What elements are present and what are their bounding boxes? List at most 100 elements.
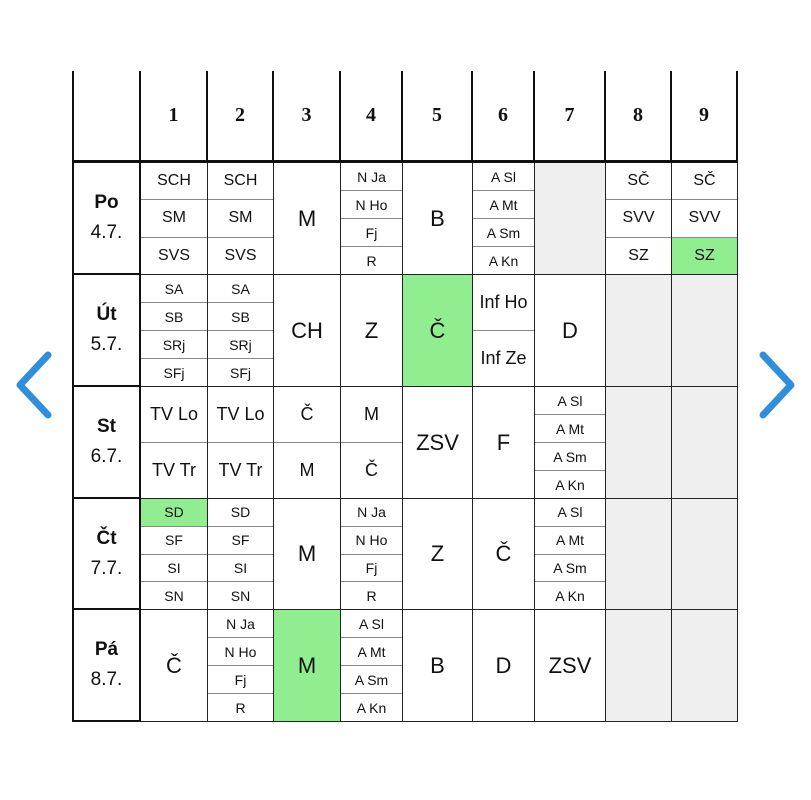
lesson-group-label: SI — [141, 555, 207, 583]
lesson-cell[interactable]: Z — [341, 275, 403, 387]
lesson-cell[interactable]: SD SF SI SN — [208, 499, 274, 610]
lesson-cell[interactable]: MČ — [341, 387, 403, 499]
lesson-cell[interactable]: A Sl A Mt A Sm A Kn — [473, 163, 535, 275]
lesson-group-label: TV Tr — [152, 460, 196, 480]
lesson-cell[interactable]: TV Lo TV Tr — [208, 387, 274, 499]
lesson-cell[interactable]: SA SB SRj SFj — [141, 275, 208, 387]
lesson-cell[interactable]: B — [403, 610, 473, 722]
lesson-label: M — [297, 541, 317, 566]
lesson-cell[interactable]: Z — [403, 499, 473, 610]
lesson-cell[interactable]: SCH SM SVS — [208, 163, 274, 275]
lesson-group-label: A Kn — [488, 252, 519, 269]
empty-lesson-cell — [672, 275, 738, 387]
period-header: 5 — [403, 71, 473, 163]
lesson-cell[interactable]: A Sl A Mt A Sm A Kn — [535, 499, 606, 610]
empty-lesson-cell — [606, 387, 672, 499]
lesson-cell[interactable]: N Ja N Ho Fj R — [341, 499, 403, 610]
lesson-group-label: A Mt — [535, 527, 605, 555]
lesson-group-label: M — [341, 387, 402, 443]
lesson-cell[interactable]: A Sl A Mt A Sm A Kn — [341, 610, 403, 722]
lesson-group-label: Inf Ho — [473, 275, 534, 331]
period-header: 4 — [341, 71, 403, 163]
lesson-group-label: A Sm — [535, 443, 605, 471]
lesson-group-label: SVV — [606, 200, 671, 238]
day-date: 8.7. — [90, 669, 123, 690]
lesson-cell[interactable]: ČM — [274, 387, 341, 499]
lesson-group-label: SRj — [208, 331, 273, 359]
lesson-cell[interactable]: Č — [403, 275, 473, 387]
lesson-cell[interactable]: ZSV — [403, 387, 473, 499]
lesson-cell[interactable]: N Ja N Ho Fj R — [208, 610, 274, 722]
lesson-group-label: R — [366, 587, 377, 604]
lesson-group-label: SČ — [606, 163, 671, 201]
lesson-cell[interactable]: M — [274, 610, 341, 722]
lesson-group-label: A Sm — [473, 219, 534, 247]
lesson-group-label: SN — [164, 587, 184, 604]
day-header: Po 4.7. — [72, 163, 141, 275]
lesson-group-label: A Sl — [473, 163, 534, 191]
lesson-group-label: SD — [208, 499, 273, 527]
lesson-group-label: SN — [230, 587, 251, 604]
lesson-cell[interactable]: TV Lo TV Tr — [141, 387, 208, 499]
lesson-group-label: TV Tr — [218, 460, 263, 480]
lesson-group-label: N Ja — [208, 610, 273, 638]
lesson-group-label: A Sl — [535, 499, 605, 527]
lesson-group-label: Fj — [341, 555, 402, 583]
lesson-cell[interactable]: M — [274, 163, 341, 275]
lesson-group-label: Č — [365, 460, 378, 480]
lesson-group-label: N Ja — [341, 163, 402, 191]
lesson-label: D — [495, 652, 512, 678]
empty-lesson-cell — [672, 610, 738, 722]
lesson-cell[interactable]: A Sl A Mt A Sm A Kn — [535, 387, 606, 499]
lesson-cell[interactable]: F — [473, 387, 535, 499]
lesson-cell[interactable]: SD SF SI SN — [141, 499, 208, 610]
lesson-group-label: SB — [141, 303, 207, 331]
lesson-cell[interactable]: B — [403, 163, 473, 275]
lesson-group-label: SA — [208, 275, 273, 303]
lesson-label: B — [430, 205, 445, 231]
day-name: Pá — [94, 639, 119, 660]
lesson-group-label: SI — [208, 555, 273, 583]
empty-lesson-cell — [672, 387, 738, 499]
lesson-group-label: SF — [208, 527, 273, 555]
lesson-cell[interactable]: M — [274, 499, 341, 610]
day-name: St — [97, 416, 116, 437]
next-week-button[interactable] — [755, 349, 799, 421]
day-header: Pá 8.7. — [72, 610, 141, 722]
lesson-cell[interactable]: N Ja N Ho Fj R — [341, 163, 403, 275]
lesson-group-label: A Mt — [535, 415, 605, 443]
lesson-group-label: Fj — [341, 219, 402, 247]
lesson-cell[interactable]: SČ SVV SZ — [606, 163, 672, 275]
lesson-cell[interactable]: Inf Ho Inf Ze — [473, 275, 535, 387]
lesson-group-label: SM — [208, 200, 273, 238]
lesson-cell[interactable]: CH — [274, 275, 341, 387]
period-header: 9 — [672, 71, 738, 163]
period-header: 6 — [473, 71, 535, 163]
empty-lesson-cell — [606, 275, 672, 387]
lesson-cell[interactable]: D — [535, 275, 606, 387]
lesson-group-label: A Sm — [535, 555, 605, 583]
lesson-group-label: N Ho — [208, 638, 273, 666]
lesson-group-label: N Ho — [341, 527, 402, 555]
period-header: 1 — [141, 71, 208, 163]
lesson-cell[interactable]: ZSV — [535, 610, 606, 722]
period-header: 3 — [274, 71, 341, 163]
lesson-group-label: A Mt — [473, 191, 534, 219]
lesson-cell[interactable]: Č — [141, 610, 208, 722]
period-header: 8 — [606, 71, 672, 163]
lesson-cell[interactable]: SČ SVV SZ — [672, 163, 738, 275]
lesson-label: CH — [291, 317, 323, 343]
lesson-label: ZSV — [548, 652, 592, 678]
lesson-group-label: SČ — [672, 163, 737, 201]
empty-lesson-cell — [672, 499, 738, 610]
lesson-group-label: A Kn — [555, 476, 585, 493]
lesson-cell[interactable]: D — [473, 610, 535, 722]
lesson-cell[interactable]: SCH SM SVS — [141, 163, 208, 275]
chevron-right-icon — [755, 349, 799, 421]
lesson-group-label: SVV — [672, 200, 737, 238]
lesson-group-label: A Sm — [341, 666, 402, 694]
previous-week-button[interactable] — [12, 349, 56, 421]
lesson-cell[interactable]: Č — [473, 499, 535, 610]
lesson-cell[interactable]: SA SB SRj SFj — [208, 275, 274, 387]
lesson-group-label: SFj — [163, 364, 185, 381]
